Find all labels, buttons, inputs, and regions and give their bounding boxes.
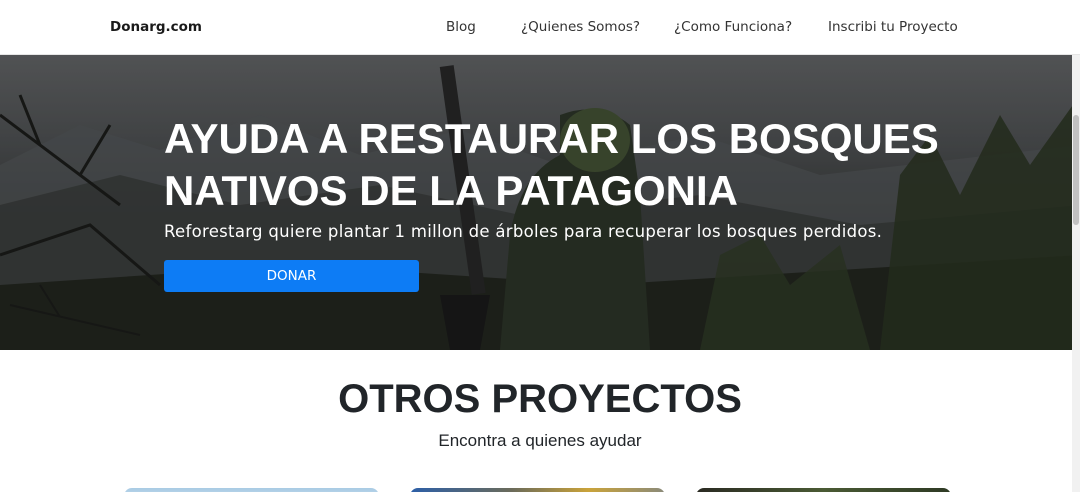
- project-card[interactable]: [124, 488, 379, 492]
- nav-link-quienes-somos[interactable]: ¿Quienes Somos?: [521, 19, 640, 35]
- project-card[interactable]: [696, 488, 951, 492]
- page-scrollbar[interactable]: [1072, 55, 1080, 492]
- nav-link-como-funciona[interactable]: ¿Como Funciona?: [674, 19, 792, 35]
- nav-link-blog[interactable]: Blog: [446, 19, 476, 35]
- projects-subtitle: Encontra a quienes ayudar: [438, 431, 642, 450]
- project-card[interactable]: [410, 488, 665, 492]
- hero-title: AYUDA A RESTAURAR LOS BOSQUES NATIVOS DE…: [164, 115, 939, 214]
- hero-banner: AYUDA A RESTAURAR LOS BOSQUES NATIVOS DE…: [0, 55, 1080, 350]
- nav-link-inscribi-proyecto[interactable]: Inscribi tu Proyecto: [828, 19, 958, 35]
- donate-button[interactable]: DONAR: [164, 260, 419, 292]
- navbar: Donarg.com Blog ¿Quienes Somos? ¿Como Fu…: [0, 0, 1080, 55]
- scrollbar-thumb[interactable]: [1073, 115, 1079, 225]
- hero-subtitle: Reforestarg quiere plantar 1 millon de á…: [164, 222, 883, 241]
- projects-title: OTROS PROYECTOS: [338, 377, 742, 421]
- brand-logo-link[interactable]: Donarg.com: [110, 19, 202, 35]
